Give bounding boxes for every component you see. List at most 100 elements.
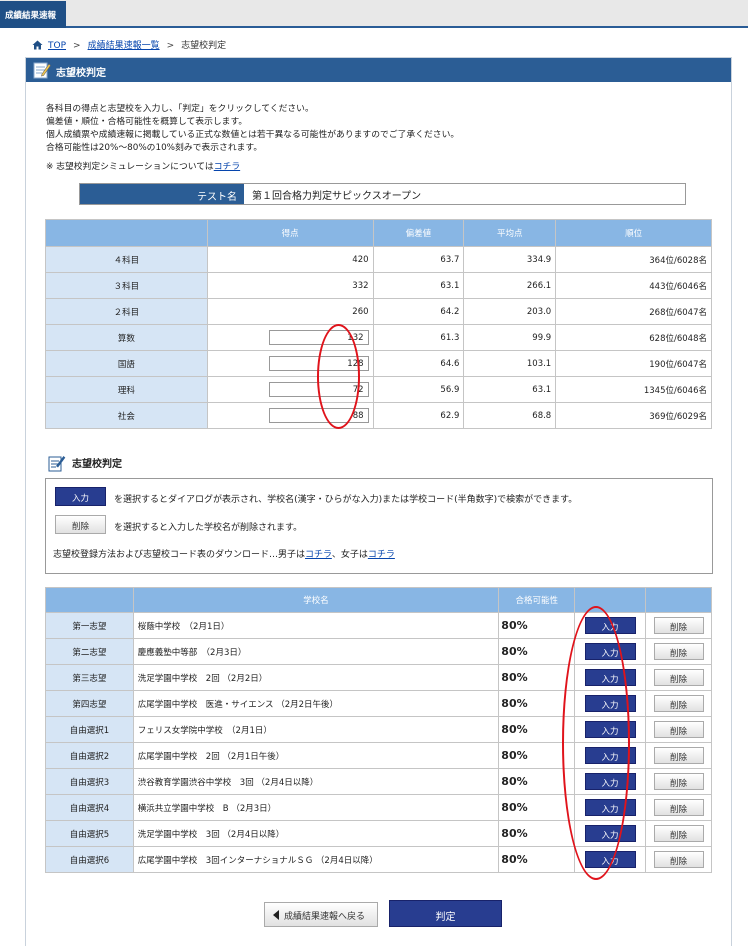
deviation-value: 63.1 [372, 272, 465, 299]
table-row: ３科目 332 63.1 266.1 443位/6046名 [45, 272, 712, 299]
delete-cell: 削除 [645, 794, 712, 821]
intro-line: 各科目の得点と志望校を入力し、「判定」をクリックしてください。 [46, 104, 314, 114]
row-label: ４科目 [45, 246, 208, 273]
choice-label: 自由選択2 [45, 742, 134, 769]
average-value: 203.0 [463, 298, 557, 325]
rank-value: 190位/6047名 [555, 350, 712, 377]
test-name-label: テスト名 [80, 184, 244, 204]
home-icon [32, 40, 43, 53]
delete-button[interactable]: 削除 [653, 773, 704, 790]
pass-probability: 80% [498, 846, 576, 873]
school-name: 横浜共立学園中学校 B （2月3日） [132, 794, 500, 821]
top-bar: 成績結果速報 [0, 0, 748, 28]
simulation-link[interactable]: コチラ [214, 162, 240, 172]
download-text: 、女子は [331, 550, 368, 560]
app-tab[interactable]: 成績結果速報 [0, 1, 66, 28]
delete-button[interactable]: 削除 [653, 799, 704, 816]
breadcrumb-current: 志望校判定 [181, 41, 227, 51]
score-highlight-oval [317, 324, 360, 429]
delete-button[interactable]: 削除 [653, 669, 704, 686]
header-cell [45, 219, 208, 247]
school-name: 桜蔭中学校 （2月1日） [132, 612, 500, 639]
header-cell: 合格可能性 [498, 587, 576, 613]
delete-button-sample: 削除 [55, 515, 106, 534]
boys-download-link[interactable]: コチラ [305, 550, 332, 560]
delete-cell: 削除 [645, 716, 712, 743]
header-cell: 偏差値 [372, 219, 465, 247]
breadcrumb: TOP > 成績結果速報一覧 > 志望校判定 [32, 38, 226, 53]
delete-button[interactable]: 削除 [653, 721, 704, 738]
delete-button[interactable]: 削除 [653, 695, 704, 712]
delete-cell: 削除 [645, 742, 712, 769]
table-row: 理科 72 56.9 63.1 1345位/6046名 [45, 376, 712, 403]
score-table: 得点 偏差値 平均点 順位 ４科目 420 63.7 334.9 364位/60… [45, 219, 712, 429]
average-value: 266.1 [463, 272, 557, 299]
table-row: 社会 88 62.9 68.8 369位/6029名 [45, 402, 712, 429]
pencil-icon [48, 456, 66, 472]
input-description: を選択するとダイアログが表示され、学校名(漢字・ひらがな入力)または学校コード(… [114, 495, 578, 505]
score-value: 332 [206, 272, 374, 299]
table-row: ４科目 420 63.7 334.9 364位/6028名 [45, 246, 712, 273]
average-value: 334.9 [463, 246, 557, 273]
school-name: 広尾学園中学校 3回インターナショナルＳＧ （2月4日以降） [132, 846, 500, 873]
delete-button[interactable]: 削除 [653, 825, 704, 842]
back-button[interactable]: 成績結果速報へ戻る [264, 902, 378, 927]
section-title: 志望校判定 [72, 459, 122, 470]
deviation-value: 63.7 [372, 246, 465, 273]
intro-line: 合格可能性は20%〜80%の10%刻みで表示されます。 [46, 143, 263, 153]
rank-value: 1345位/6046名 [555, 376, 712, 403]
header-cell [645, 587, 712, 613]
delete-cell: 削除 [645, 638, 712, 665]
delete-button[interactable]: 削除 [653, 617, 704, 634]
delete-button[interactable]: 削除 [653, 747, 704, 764]
choice-label: 自由選択4 [45, 794, 134, 821]
rank-value: 628位/6048名 [555, 324, 712, 351]
school-name: 渋谷教育学園渋谷中学校 3回 （2月4日以降） [132, 768, 500, 795]
header-cell: 学校名 [132, 587, 500, 613]
panel-header: 志望校判定 [26, 58, 731, 82]
deviation-value: 64.2 [372, 298, 465, 325]
deviation-value: 56.9 [372, 376, 465, 403]
pass-probability: 80% [498, 664, 576, 691]
average-value: 99.9 [463, 324, 557, 351]
simulation-note: ※ 志望校判定シミュレーションについてはコチラ [46, 161, 459, 174]
judge-button[interactable]: 判定 [389, 900, 502, 927]
rank-value: 443位/6046名 [555, 272, 712, 299]
average-value: 103.1 [463, 350, 557, 377]
delete-description: を選択すると入力した学校名が削除されます。 [114, 523, 303, 533]
school-name: 広尾学園中学校 医進・サイエンス （2月2日午後） [132, 690, 500, 717]
row-label: 理科 [45, 376, 208, 403]
notepad-icon [33, 61, 51, 82]
deviation-value: 61.3 [372, 324, 465, 351]
school-header-row: 学校名 合格可能性 [45, 587, 712, 613]
average-value: 68.8 [463, 402, 557, 429]
choice-label: 自由選択5 [45, 820, 134, 847]
delete-button[interactable]: 削除 [653, 851, 704, 868]
header-cell: 平均点 [463, 219, 557, 247]
pass-probability: 80% [498, 820, 576, 847]
download-text: 志望校登録方法および志望校コード表のダウンロード…男子は [53, 550, 306, 560]
score-header-row: 得点 偏差値 平均点 順位 [45, 219, 712, 247]
header-cell: 得点 [206, 219, 374, 247]
row-label: 国語 [45, 350, 208, 377]
row-label: 社会 [45, 402, 208, 429]
school-name: 広尾学園中学校 2回 （2月1日午後） [132, 742, 500, 769]
deviation-value: 64.6 [372, 350, 465, 377]
input-button-sample: 入力 [55, 487, 106, 506]
average-value: 63.1 [463, 376, 557, 403]
delete-cell: 削除 [645, 820, 712, 847]
choice-label: 第四志望 [45, 690, 134, 717]
delete-button[interactable]: 削除 [653, 643, 704, 660]
breadcrumb-top-link[interactable]: TOP [48, 41, 66, 51]
choice-label: 第二志望 [45, 638, 134, 665]
breadcrumb-separator: > [166, 41, 175, 51]
row-label: ２科目 [45, 298, 208, 325]
pass-probability: 80% [498, 638, 576, 665]
school-name: 慶應義塾中等部 （2月3日） [132, 638, 500, 665]
back-button-label: 成績結果速報へ戻る [284, 912, 366, 922]
rank-value: 268位/6047名 [555, 298, 712, 325]
test-name-value: 第１回合格力判定サピックスオープン [252, 191, 422, 202]
breadcrumb-list-link[interactable]: 成績結果速報一覧 [88, 41, 160, 51]
school-name: 洗足学園中学校 3回 （2月4日以降） [132, 820, 500, 847]
girls-download-link[interactable]: コチラ [368, 550, 395, 560]
